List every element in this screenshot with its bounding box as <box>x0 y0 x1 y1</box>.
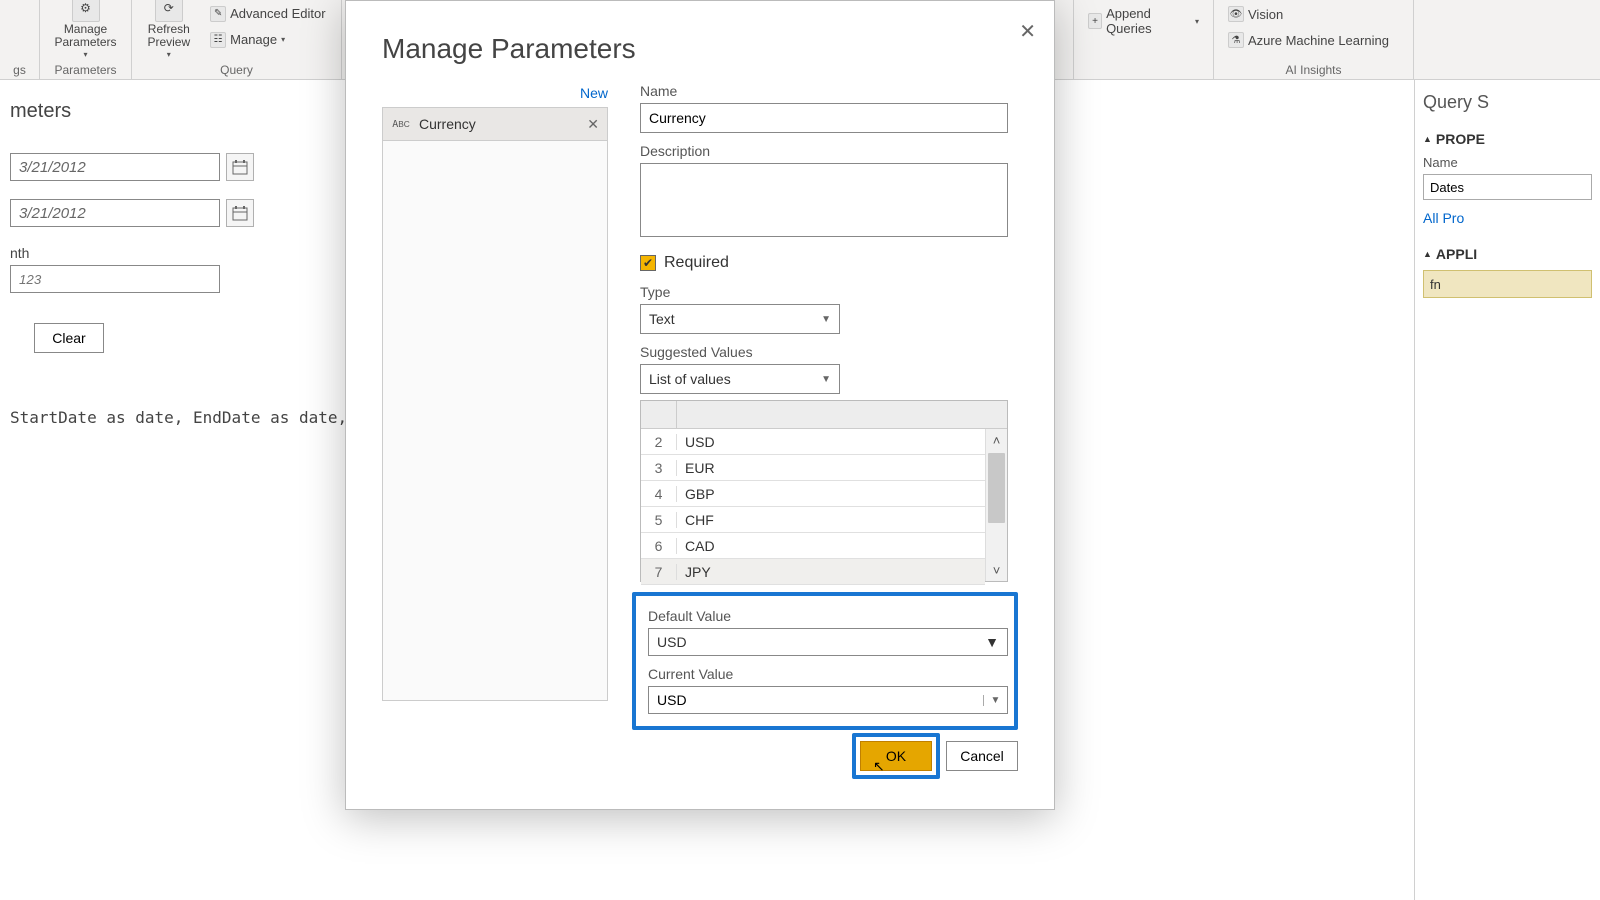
editor-icon: ✎ <box>210 6 226 22</box>
calendar-icon <box>232 205 248 221</box>
calendar-button-1[interactable] <box>226 153 254 181</box>
row-value: EUR <box>677 460 715 476</box>
vision-button[interactable]: 👁 Vision <box>1224 4 1287 24</box>
row-value: JPY <box>677 564 711 580</box>
vision-icon: 👁 <box>1228 6 1244 22</box>
append-queries-button[interactable]: + Append Queries▾ <box>1084 4 1203 38</box>
manage-parameters-button[interactable]: ⚙ Manage Parameters ▾ <box>50 0 120 61</box>
required-checkbox[interactable]: ✔ <box>640 255 656 271</box>
value-row[interactable]: 6CAD <box>641 533 985 559</box>
azure-ml-button[interactable]: ⚗ Azure Machine Learning <box>1224 30 1393 50</box>
month-input[interactable] <box>10 265 220 293</box>
current-value-label: Current Value <box>648 666 1002 682</box>
applied-step[interactable]: fn <box>1423 270 1592 298</box>
query-settings-pane: Query S ▲PROPE Name All Pro ▲APPLI fn <box>1414 80 1600 900</box>
row-value: GBP <box>677 486 715 502</box>
name-input[interactable] <box>640 103 1008 133</box>
row-value: CHF <box>677 512 714 528</box>
scroll-up-icon[interactable]: ˄ <box>986 429 1007 451</box>
clear-button[interactable]: Clear <box>34 323 104 353</box>
all-properties-link[interactable]: All Pro <box>1423 210 1464 226</box>
chevron-down-icon: ▼ <box>821 314 831 325</box>
description-field-label: Description <box>640 143 1018 159</box>
row-number: 3 <box>641 460 677 476</box>
parameter-item-label: Currency <box>419 116 476 132</box>
start-date-input[interactable] <box>10 153 220 181</box>
name-label: Name <box>1423 155 1592 170</box>
value-row[interactable]: 4GBP <box>641 481 985 507</box>
azure-ml-icon: ⚗ <box>1228 32 1244 48</box>
manage-parameters-dialog: ✕ Manage Parameters New ABC Currency ✕ N… <box>345 0 1055 810</box>
chevron-down-icon: ▼ <box>821 374 831 385</box>
chevron-down-icon[interactable]: ▼ <box>983 695 1007 706</box>
current-value-combo[interactable]: ▼ <box>648 686 1008 714</box>
values-scrollbar[interactable]: ˄ ˅ <box>985 429 1007 581</box>
manage-icon: ☷ <box>210 32 226 48</box>
query-name-input[interactable] <box>1423 174 1592 200</box>
new-parameter-link[interactable]: New <box>382 81 608 107</box>
row-number: 7 <box>641 564 677 580</box>
cancel-button[interactable]: Cancel <box>946 741 1018 771</box>
row-number: 6 <box>641 538 677 554</box>
text-type-icon: ABC <box>391 115 411 133</box>
function-signature: StartDate as date, EndDate as date, FYSt… <box>10 408 335 427</box>
type-select[interactable]: Text▼ <box>640 304 840 334</box>
value-row[interactable]: 3EUR <box>641 455 985 481</box>
end-date-input[interactable] <box>10 199 220 227</box>
refresh-icon: ⟳ <box>155 0 183 22</box>
row-number: 4 <box>641 486 677 502</box>
scroll-thumb[interactable] <box>988 453 1005 523</box>
name-field-label: Name <box>640 83 1018 99</box>
cursor-icon: ↖ <box>873 758 885 775</box>
month-label: nth <box>10 245 335 261</box>
ok-button[interactable]: OK ↖ <box>860 741 932 771</box>
value-row[interactable]: 2USD <box>641 429 985 455</box>
advanced-editor-button[interactable]: ✎ Advanced Editor <box>206 4 329 24</box>
parameters-header: meters <box>10 100 335 123</box>
value-row[interactable]: 7JPY <box>641 559 985 585</box>
default-value-label: Default Value <box>648 608 1002 624</box>
highlighted-values-section: Default Value USD▼ Current Value ▼ <box>632 592 1018 730</box>
chevron-down-icon: ▼ <box>985 634 999 650</box>
dialog-title: Manage Parameters <box>346 1 1054 81</box>
suggested-values-label: Suggested Values <box>640 344 1018 360</box>
applied-steps-section[interactable]: ▲APPLI <box>1423 246 1592 262</box>
row-value: CAD <box>677 538 715 554</box>
parameter-list-item[interactable]: ABC Currency ✕ <box>382 107 608 141</box>
value-row[interactable]: 5CHF <box>641 507 985 533</box>
row-number: 2 <box>641 434 677 450</box>
refresh-preview-button[interactable]: ⟳ Refresh Preview ▾ <box>143 0 194 61</box>
suggested-values-select[interactable]: List of values▼ <box>640 364 840 394</box>
calendar-button-2[interactable] <box>226 199 254 227</box>
query-settings-header: Query S <box>1423 92 1592 113</box>
manage-button[interactable]: ☷ Manage ▾ <box>206 30 329 50</box>
properties-section[interactable]: ▲PROPE <box>1423 131 1592 147</box>
current-value-input[interactable] <box>649 692 983 708</box>
row-value: USD <box>677 434 715 450</box>
description-input[interactable] <box>640 163 1008 237</box>
parameters-pane: meters nth Clear StartDate as date, EndD… <box>0 80 345 900</box>
delete-parameter-icon[interactable]: ✕ <box>587 116 599 133</box>
parameter-form: Name Description ✔ Required Type Text▼ S… <box>610 81 1018 730</box>
scroll-down-icon[interactable]: ˅ <box>986 559 1007 581</box>
default-value-select[interactable]: USD▼ <box>648 628 1008 656</box>
close-button[interactable]: ✕ <box>1019 19 1036 44</box>
type-field-label: Type <box>640 284 1018 300</box>
values-table: 2USD3EUR4GBP5CHF6CAD7JPY ˄ ˅ <box>640 400 1008 582</box>
ok-highlight: OK ↖ <box>852 733 940 779</box>
parameters-icon: ⚙ <box>72 0 100 22</box>
calendar-icon <box>232 159 248 175</box>
parameter-list: New ABC Currency ✕ <box>382 81 608 730</box>
row-number: 5 <box>641 512 677 528</box>
append-icon: + <box>1088 13 1102 29</box>
required-label: Required <box>664 254 729 272</box>
